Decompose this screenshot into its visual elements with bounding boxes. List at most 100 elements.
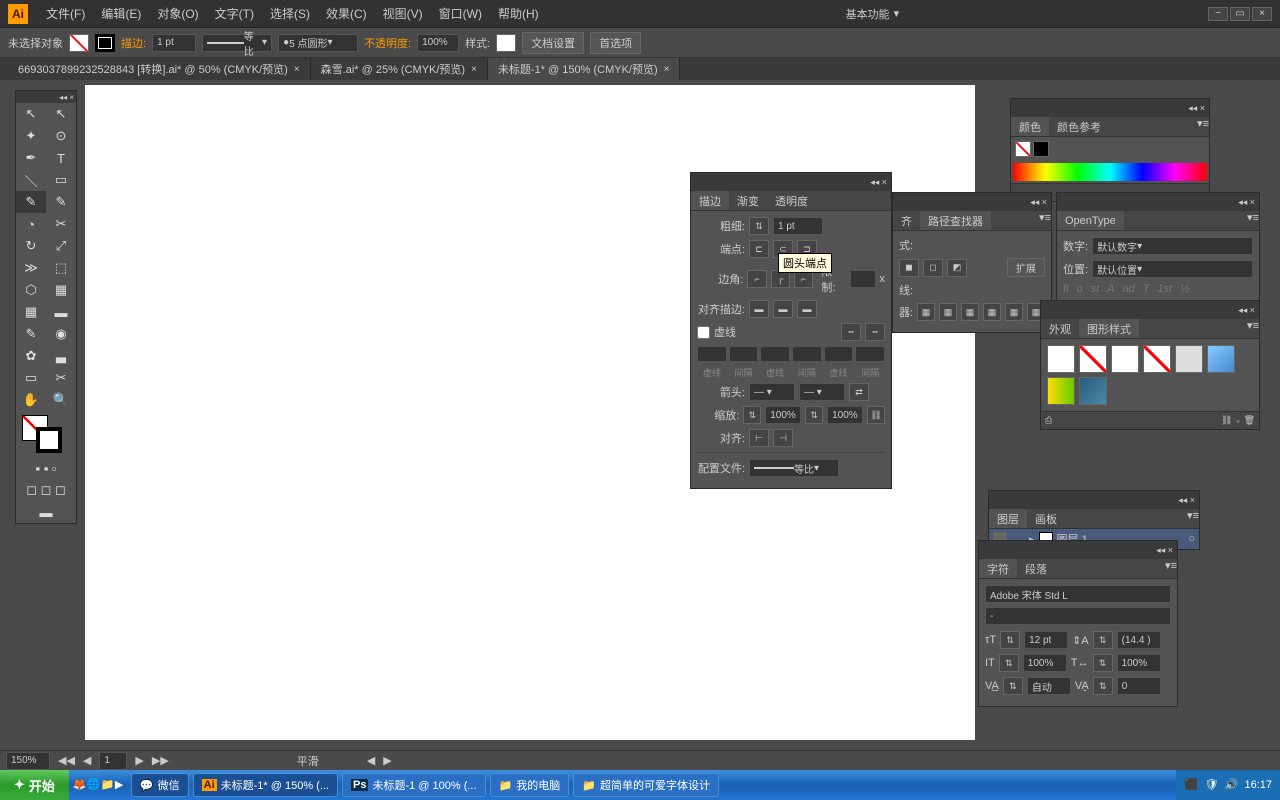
tab-layers[interactable]: 图层 — [989, 509, 1027, 528]
tab-appearance[interactable]: 外观 — [1041, 319, 1079, 338]
graphic-style-swatch[interactable] — [1079, 345, 1107, 373]
document-tab[interactable]: 森雪.ai* @ 25% (CMYK/预览)× — [311, 58, 488, 80]
arrow-align-a[interactable]: ⊢ — [749, 429, 769, 447]
menu-object[interactable]: 对象(O) — [149, 5, 206, 22]
fill-swatch[interactable] — [69, 34, 89, 52]
library-icon[interactable]: ⎙ — [1045, 415, 1052, 426]
lasso-tool[interactable]: ⊙ — [46, 125, 76, 147]
preferences-button[interactable]: 首选项 — [590, 32, 641, 54]
arrow-scale-start[interactable] — [765, 406, 801, 424]
panel-menu-icon[interactable]: ▾≡ — [1039, 211, 1051, 230]
stepper[interactable]: ⇅ — [749, 217, 769, 235]
direct-selection-tool[interactable]: ↖ — [46, 103, 76, 125]
panel-menu-icon[interactable]: ▾≡ — [1187, 509, 1199, 528]
panel-header[interactable]: ◂◂ × — [1041, 301, 1259, 319]
arrow-start-select[interactable]: — ▾ — [749, 383, 795, 401]
panel-header[interactable]: ◂◂ × — [989, 491, 1199, 509]
minus-front-button[interactable]: ◻ — [923, 259, 943, 277]
dash-align-b[interactable]: ┅ — [865, 323, 885, 341]
selection-tool[interactable]: ↖ — [16, 103, 46, 125]
tab-graphic-styles[interactable]: 图形样式 — [1079, 319, 1139, 338]
target-icon[interactable]: ○ — [1188, 533, 1195, 545]
clock[interactable]: 16:17 — [1244, 779, 1272, 791]
document-tab-active[interactable]: 未标题-1* @ 150% (CMYK/预览)× — [488, 58, 681, 80]
stroke-swatch[interactable] — [95, 34, 115, 52]
graphic-style-swatch[interactable] — [1047, 345, 1075, 373]
graphic-style-swatch[interactable] — [1175, 345, 1203, 373]
dash-field[interactable] — [855, 346, 885, 362]
miter-limit-field[interactable] — [850, 270, 876, 288]
stroke-indicator[interactable] — [1033, 141, 1049, 157]
hand-tool[interactable]: ✋ — [16, 389, 46, 411]
new-style-button[interactable]: ▫ — [1236, 416, 1239, 426]
horizontal-scale-field[interactable] — [1117, 654, 1161, 672]
merge-button[interactable]: ▦ — [961, 303, 979, 321]
panel-header[interactable]: ◂◂ × — [1057, 193, 1259, 211]
menu-edit[interactable]: 编辑(E) — [93, 5, 149, 22]
brush-select[interactable]: ● 5 点圆形 ▾ — [278, 34, 358, 52]
close-icon[interactable]: × — [664, 64, 670, 75]
dash-field[interactable] — [824, 346, 854, 362]
perspective-tool[interactable]: ▦ — [46, 279, 76, 301]
stroke-weight-input[interactable] — [152, 34, 196, 52]
graphic-style-swatch[interactable] — [1207, 345, 1235, 373]
taskbar-item[interactable]: 💬微信 — [131, 773, 189, 797]
width-tool[interactable]: ≫ — [16, 257, 46, 279]
artboard-number[interactable] — [99, 752, 127, 770]
tab-stroke[interactable]: 描边 — [691, 191, 729, 210]
artboard-prev[interactable]: ◀◀ — [58, 754, 75, 767]
stepper[interactable]: ⇅ — [1093, 654, 1113, 672]
close-icon[interactable]: × — [294, 64, 300, 75]
scroll-right[interactable]: ▶ — [383, 754, 391, 767]
artboard-next[interactable]: ▶▶ — [152, 754, 169, 767]
tab-transparency[interactable]: 透明度 — [767, 191, 816, 210]
eraser-tool[interactable]: ✂ — [46, 213, 76, 235]
swap-arrows-button[interactable]: ⇄ — [849, 383, 869, 401]
tray-icon[interactable]: 🔊 — [1224, 778, 1238, 792]
gradient-tool[interactable]: ▬ — [46, 301, 76, 323]
fill-indicator[interactable] — [1015, 141, 1031, 157]
magic-wand-tool[interactable]: ✦ — [16, 125, 46, 147]
tab-color[interactable]: 颜色 — [1011, 117, 1049, 136]
panel-menu-icon[interactable]: ▾≡ — [1247, 211, 1259, 230]
tab-artboards[interactable]: 画板 — [1027, 509, 1065, 528]
delete-button[interactable]: 🗑 — [1244, 415, 1255, 426]
stepper[interactable]: ⇅ — [999, 654, 1019, 672]
scale-tool[interactable]: ⤢ — [46, 235, 76, 257]
tab-paragraph[interactable]: 段落 — [1017, 559, 1055, 578]
dashed-checkbox[interactable] — [697, 326, 710, 339]
window-maximize[interactable]: ▭ — [1230, 7, 1250, 21]
artboard-tool[interactable]: ▭ — [16, 367, 46, 389]
artboard-next-one[interactable]: ▶ — [135, 754, 143, 767]
document-setup-button[interactable]: 文档设置 — [522, 32, 584, 54]
tracking-field[interactable] — [1117, 677, 1161, 695]
font-size-field[interactable] — [1024, 631, 1068, 649]
paintbrush-tool[interactable]: ✎ — [16, 191, 46, 213]
dash-field[interactable] — [697, 346, 727, 362]
vertical-scale-field[interactable] — [1023, 654, 1067, 672]
free-transform-tool[interactable]: ⬚ — [46, 257, 76, 279]
slice-tool[interactable]: ✂ — [46, 367, 76, 389]
font-style-select[interactable]: - — [985, 607, 1171, 625]
scroll-left[interactable]: ◀ — [367, 754, 375, 767]
line-tool[interactable]: ＼ — [16, 169, 46, 191]
stroke-weight-field[interactable] — [773, 217, 823, 235]
zoom-tool[interactable]: 🔍 — [46, 389, 76, 411]
intersect-button[interactable]: ◩ — [947, 259, 967, 277]
close-icon[interactable]: × — [471, 64, 477, 75]
taskbar-item[interactable]: Ps未标题-1 @ 100% (... — [342, 773, 486, 797]
blend-tool[interactable]: ◉ — [46, 323, 76, 345]
menu-file[interactable]: 文件(F) — [38, 5, 93, 22]
font-family-select[interactable]: Adobe 宋体 Std L — [985, 585, 1171, 603]
color-mode[interactable]: ▪ ▪ ▫ — [16, 457, 76, 479]
color-spectrum[interactable] — [1013, 163, 1207, 181]
panel-header[interactable]: ◂◂ × — [979, 541, 1177, 559]
tab-character[interactable]: 字符 — [979, 559, 1017, 578]
blob-brush-tool[interactable]: ◔ — [16, 213, 46, 235]
opacity-input[interactable] — [417, 34, 459, 52]
link-icon[interactable]: ⛓ — [1221, 415, 1232, 426]
eyedropper-tool[interactable]: ✎ — [16, 323, 46, 345]
menu-help[interactable]: 帮助(H) — [490, 5, 547, 22]
workspace-switcher[interactable]: 基本功能▾ — [846, 6, 900, 22]
stroke-profile-dropdown[interactable]: 等比 ▾ — [749, 459, 839, 477]
